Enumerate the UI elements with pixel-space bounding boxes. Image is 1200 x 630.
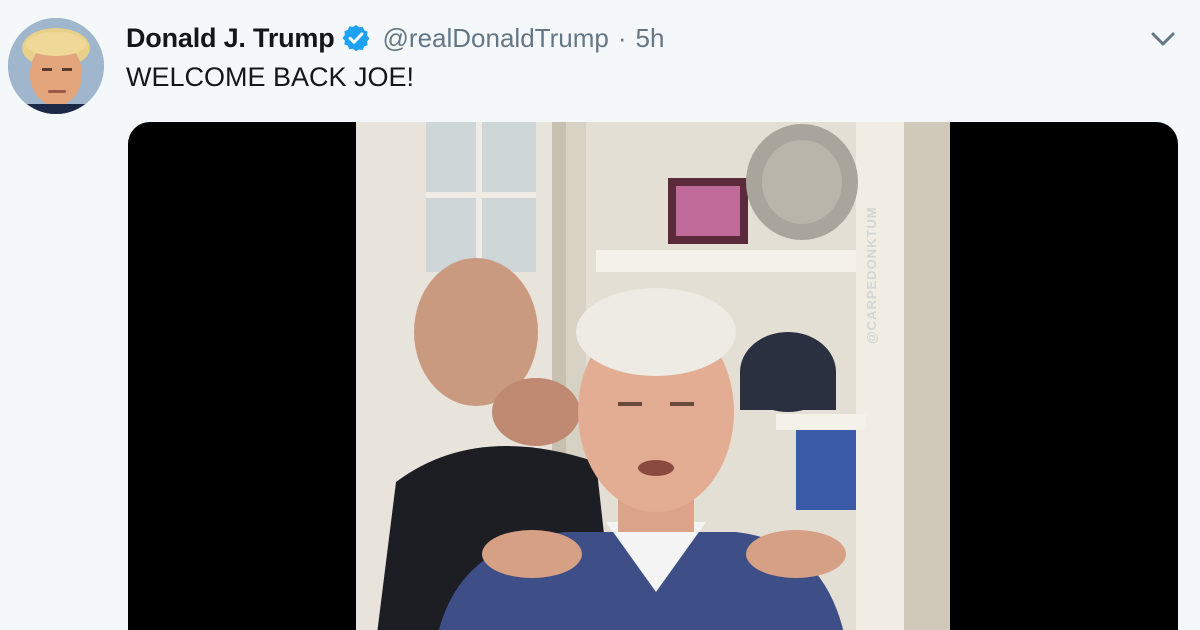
tweet-header: Donald J. Trump @realDonaldTrump · 5h xyxy=(126,20,664,56)
display-name[interactable]: Donald J. Trump xyxy=(126,23,335,54)
user-handle[interactable]: @realDonaldTrump xyxy=(383,23,609,54)
avatar[interactable] xyxy=(8,18,104,114)
video-frame: @CARPEDONKTUM xyxy=(356,122,950,630)
tweet[interactable]: Donald J. Trump @realDonaldTrump · 5h WE… xyxy=(0,0,1200,630)
video-player[interactable]: @CARPEDONKTUM xyxy=(128,122,1178,630)
avatar-photo xyxy=(8,18,104,114)
tweet-text: WELCOME BACK JOE! xyxy=(126,62,415,92)
verified-badge-icon xyxy=(341,23,371,53)
chevron-down-icon[interactable] xyxy=(1148,26,1178,52)
separator-dot: · xyxy=(617,22,627,53)
video-watermark: @CARPEDONKTUM xyxy=(864,206,879,344)
timestamp[interactable]: 5h xyxy=(636,23,665,54)
